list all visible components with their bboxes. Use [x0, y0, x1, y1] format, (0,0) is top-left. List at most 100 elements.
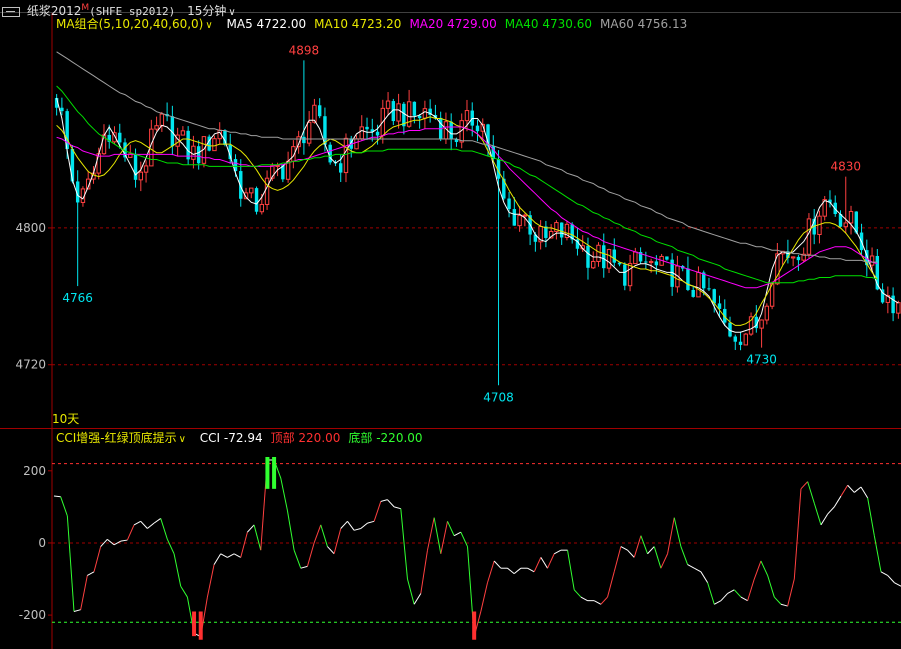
candle[interactable] — [885, 286, 891, 314]
candle[interactable] — [196, 140, 201, 170]
cci-segment — [840, 484, 849, 497]
candlestick-series[interactable] — [54, 60, 901, 386]
candle[interactable] — [143, 160, 149, 183]
cci-segment — [567, 550, 575, 590]
candle[interactable] — [743, 332, 749, 346]
candle[interactable] — [796, 254, 801, 271]
candle[interactable] — [564, 220, 570, 241]
candle[interactable] — [828, 190, 832, 208]
candle[interactable] — [402, 101, 406, 135]
cci-segment — [453, 531, 462, 537]
chart-frame — [0, 12, 901, 649]
candle[interactable] — [302, 60, 306, 155]
candle[interactable] — [96, 147, 101, 180]
cci-segment — [833, 495, 842, 508]
candle[interactable] — [675, 255, 680, 293]
candle[interactable] — [254, 186, 259, 215]
cci-segment — [867, 497, 875, 536]
cci-panel[interactable]: 200 0 -200 — [19, 456, 901, 640]
candle[interactable] — [538, 220, 543, 250]
window-icon[interactable] — [2, 6, 20, 17]
candle[interactable] — [638, 247, 643, 264]
candle[interactable] — [317, 98, 322, 119]
y-axis-ticks: 4800 4720 — [15, 221, 52, 372]
cci-segment — [714, 600, 722, 605]
candle[interactable] — [165, 102, 169, 122]
candle-body — [186, 130, 190, 160]
candle[interactable] — [723, 299, 727, 326]
candle[interactable] — [790, 256, 796, 267]
candle[interactable] — [754, 305, 759, 333]
candle[interactable] — [507, 191, 511, 218]
candle[interactable] — [848, 205, 854, 235]
candle[interactable] — [201, 136, 207, 168]
cci-segment — [747, 578, 755, 601]
candle[interactable] — [449, 113, 453, 151]
candle[interactable] — [696, 266, 701, 298]
candle[interactable] — [422, 100, 428, 129]
candle[interactable] — [833, 195, 837, 217]
cci-segment — [680, 546, 689, 565]
candle[interactable] — [544, 220, 548, 248]
futures-chart[interactable]: 4800 4720 4898 4830 4766 4708 4730 200 0 -200 — [0, 0, 901, 649]
cci-segment — [607, 571, 615, 598]
cci-segment — [80, 575, 88, 610]
candle[interactable] — [249, 187, 254, 199]
cci-indicator-selector[interactable]: CCI增强-红绿顶底提示 ∨ — [56, 431, 192, 445]
candle[interactable] — [428, 99, 432, 123]
candle[interactable] — [817, 210, 822, 244]
candle[interactable] — [670, 253, 674, 296]
cci-segment — [213, 553, 222, 565]
candle[interactable] — [644, 251, 648, 270]
candle[interactable] — [891, 287, 895, 322]
candle-body — [275, 164, 280, 167]
cci-segment — [87, 571, 95, 576]
cci-segment — [147, 522, 155, 529]
candle[interactable] — [159, 111, 165, 132]
candle-body — [259, 203, 265, 213]
candle[interactable] — [733, 334, 737, 350]
candle[interactable] — [475, 119, 480, 142]
candle[interactable] — [822, 196, 827, 221]
candle[interactable] — [627, 254, 633, 292]
candle[interactable] — [612, 238, 616, 267]
candle[interactable] — [623, 262, 627, 291]
candle[interactable] — [359, 115, 364, 141]
candle[interactable] — [285, 151, 291, 183]
ma-indicator-selector[interactable]: MA组合(5,10,20,40,60,0) ∨ — [56, 17, 219, 31]
candle[interactable] — [748, 312, 754, 336]
candle[interactable] — [54, 94, 59, 116]
candle[interactable] — [896, 300, 901, 319]
candle[interactable] — [843, 176, 848, 234]
candle[interactable] — [602, 233, 606, 278]
cci-segment — [327, 546, 335, 555]
candle[interactable] — [596, 242, 601, 267]
candle[interactable] — [438, 111, 443, 142]
candle[interactable] — [764, 303, 770, 325]
candle-body — [891, 295, 895, 314]
candle[interactable] — [591, 251, 596, 270]
candle[interactable] — [728, 316, 732, 338]
candle[interactable] — [665, 256, 669, 261]
candle[interactable] — [306, 111, 312, 147]
candle[interactable] — [502, 170, 506, 201]
candle[interactable] — [212, 135, 217, 152]
candle[interactable] — [343, 133, 349, 183]
cci-segment — [820, 513, 829, 526]
candle[interactable] — [391, 98, 396, 126]
candle[interactable] — [128, 144, 133, 158]
candle[interactable] — [385, 92, 391, 115]
candle[interactable] — [633, 247, 638, 265]
candle[interactable] — [417, 114, 422, 129]
candle[interactable] — [186, 126, 190, 166]
cci-segment — [73, 609, 81, 612]
annotation-low-4: 4730 — [746, 353, 777, 367]
candle[interactable] — [707, 277, 711, 291]
candle[interactable] — [365, 117, 369, 141]
candle[interactable] — [759, 319, 764, 348]
candle[interactable] — [180, 126, 186, 136]
candle[interactable] — [738, 331, 743, 351]
candle[interactable] — [154, 116, 159, 132]
candle[interactable] — [686, 256, 690, 292]
candle[interactable] — [691, 286, 695, 298]
